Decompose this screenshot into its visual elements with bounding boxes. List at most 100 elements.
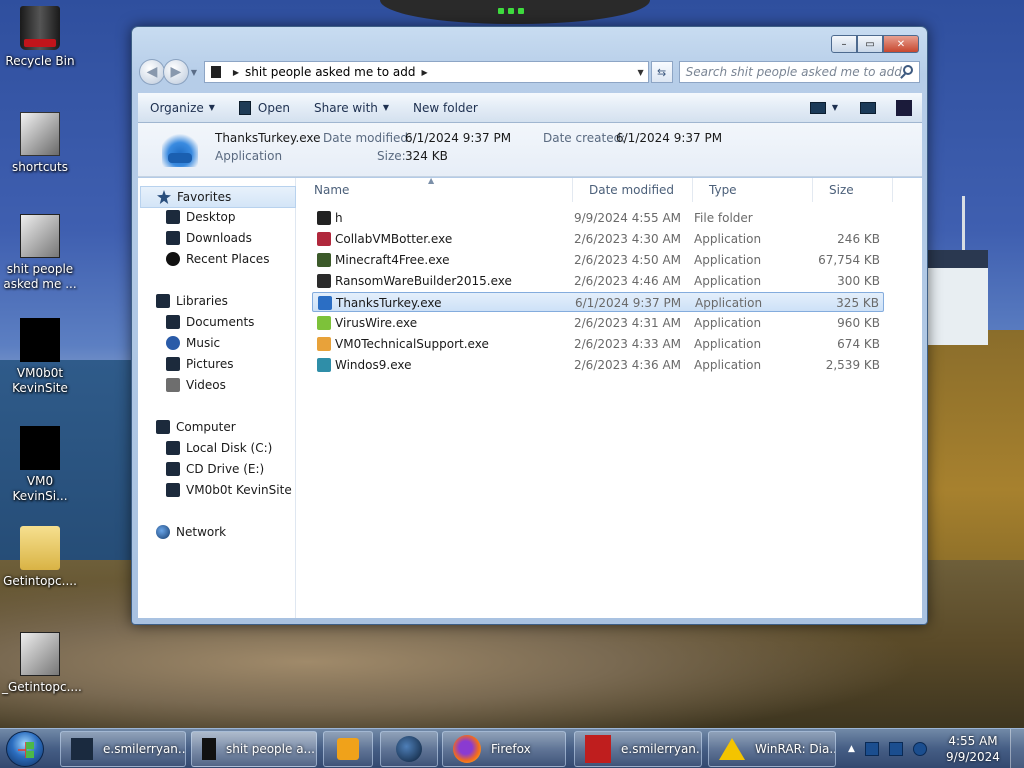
nav-network[interactable]: Network xyxy=(156,525,226,539)
desktop-icon-recycle-bin[interactable]: Recycle Bin xyxy=(2,6,78,69)
nav-label: Computer xyxy=(176,420,236,434)
nav-computer[interactable]: Computer xyxy=(156,420,236,434)
file-type: Application xyxy=(694,232,762,246)
file-row[interactable]: CollabVMBotter.exe 2/6/2023 4:30 AM Applic… xyxy=(312,229,884,249)
back-button[interactable]: ◀ xyxy=(139,59,165,85)
share-with-label: Share with xyxy=(313,100,378,115)
folder-icon xyxy=(210,66,221,78)
file-row[interactable]: VirusWire.exe 2/6/2023 4:31 AM Application… xyxy=(312,313,884,333)
thanksturkey-app-icon xyxy=(162,131,198,167)
file-type: File folder xyxy=(694,211,753,225)
application-icon xyxy=(318,296,332,310)
close-button[interactable]: ✕ xyxy=(883,35,919,53)
desktop-icon-label: VM0b0t KevinSite xyxy=(12,366,68,395)
file-date-modified: 2/6/2023 4:50 AM xyxy=(574,253,682,267)
nav-cd-drive[interactable]: CD Drive (E:) xyxy=(166,462,264,476)
file-type: Application xyxy=(694,274,762,288)
address-dropdown-icon[interactable]: ▼ xyxy=(638,68,644,77)
breadcrumb-chevron-icon[interactable]: ▶ xyxy=(233,68,239,77)
taskbar-clock[interactable]: 4:55 AM 9/9/2024 xyxy=(942,733,1004,765)
volume-icon[interactable] xyxy=(912,742,927,756)
nav-music[interactable]: Music xyxy=(166,336,220,350)
column-header-date-modified[interactable]: Date modified xyxy=(573,178,693,202)
taskbar-button-explorer[interactable]: shit people a... xyxy=(191,731,317,767)
refresh-button[interactable]: ⇆ xyxy=(650,61,673,83)
taskbar-button-globe[interactable] xyxy=(380,731,438,767)
file-date-modified: 6/1/2024 9:37 PM xyxy=(575,296,682,310)
computer-icon xyxy=(156,420,170,434)
preview-pane-button[interactable] xyxy=(860,101,876,114)
nav-documents[interactable]: Documents xyxy=(166,315,254,329)
desktop-icon-vm0[interactable]: VM0 KevinSi... xyxy=(2,426,78,504)
taskbar-button-label: shit people a... xyxy=(226,742,315,756)
network-tray-icon[interactable] xyxy=(888,742,903,756)
start-button[interactable] xyxy=(6,731,44,767)
nav-local-disk[interactable]: Local Disk (C:) xyxy=(166,441,272,455)
nav-libraries[interactable]: Libraries xyxy=(156,294,228,308)
file-row[interactable]: Minecraft4Free.exe 2/6/2023 4:50 AM Applic… xyxy=(312,250,884,270)
view-options-dropdown[interactable]: ▼ xyxy=(832,103,838,112)
desktop-icon-vm0b0t[interactable]: VM0b0t KevinSite xyxy=(2,318,78,396)
documents-icon xyxy=(166,315,180,329)
taskbar-button-label: Firefox xyxy=(491,742,531,756)
desktop-icon-folder[interactable]: shit people asked me ... xyxy=(2,214,78,292)
column-header-name[interactable]: ▲ Name xyxy=(298,176,573,202)
nav-favorites[interactable]: Favorites xyxy=(140,186,296,208)
column-label: Type xyxy=(709,183,737,197)
nav-desktop[interactable]: Desktop xyxy=(166,210,236,224)
file-name: Minecraft4Free.exe xyxy=(335,253,450,267)
nav-pictures[interactable]: Pictures xyxy=(166,357,234,371)
taskbar-button-label: e.smilerryan.... xyxy=(621,742,701,756)
recent-pages-dropdown[interactable]: ▼ xyxy=(191,68,201,77)
taskbar-button-media-player[interactable] xyxy=(323,731,373,767)
clock-date: 9/9/2024 xyxy=(946,750,1000,764)
taskbar-button-vm-1[interactable]: e.smilerryan.... xyxy=(60,731,186,767)
taskbar-button-firefox[interactable]: Firefox xyxy=(442,731,566,767)
desktop-icon-label: _Getintopc.... xyxy=(2,680,82,694)
file-row[interactable]: Windos9.exe 2/6/2023 4:36 AM Application 2,… xyxy=(312,355,884,375)
column-header-type[interactable]: Type xyxy=(693,178,813,202)
organize-button[interactable]: Organize ▼ xyxy=(138,93,227,122)
help-button[interactable] xyxy=(896,99,912,116)
nav-vm-drive[interactable]: VM0b0t KevinSite xyxy=(166,483,292,497)
details-date-modified-value: 6/1/2024 9:37 PM xyxy=(405,131,512,145)
nav-downloads[interactable]: Downloads xyxy=(166,231,252,245)
shortcut-icon xyxy=(20,426,60,470)
open-button[interactable]: Open xyxy=(227,93,302,122)
desktop-icon-getintopc-file[interactable]: _Getintopc.... xyxy=(2,632,82,695)
taskbar-button-filezilla[interactable]: e.smilerryan.... xyxy=(574,731,702,767)
address-bar[interactable]: ▶ shit people asked me to add ▶ ▼ xyxy=(203,61,649,83)
search-input[interactable]: Search shit people asked me to add xyxy=(678,61,921,83)
details-date-created-value: 6/1/2024 9:37 PM xyxy=(616,131,723,145)
column-header-size[interactable]: Size xyxy=(813,178,893,202)
file-row[interactable]: ThanksTurkey.exe 6/1/2024 9:37 PM Applicat… xyxy=(312,292,884,312)
minimize-button[interactable]: – xyxy=(831,35,857,53)
new-folder-button[interactable]: New folder xyxy=(401,93,490,122)
nav-label: Recent Places xyxy=(186,252,270,266)
breadcrumb-segment[interactable]: shit people asked me to add xyxy=(245,65,415,79)
desktop-icon-shortcuts[interactable]: shortcuts xyxy=(2,112,78,175)
nav-recent-places[interactable]: Recent Places xyxy=(166,252,269,266)
file-row[interactable]: VM0TechnicalSupport.exe 2/6/2023 4:33 AM A… xyxy=(312,334,884,354)
file-size: 300 KB xyxy=(837,274,880,288)
change-view-button[interactable] xyxy=(809,101,826,114)
nav-label: Libraries xyxy=(176,294,228,308)
column-label: Name xyxy=(314,183,350,197)
details-file-type: Application xyxy=(215,149,283,163)
forward-button[interactable]: ▶ xyxy=(162,59,189,85)
file-row[interactable]: RansomWareBuilder2015.exe 2/6/2023 4:46 A… xyxy=(312,271,884,291)
nav-videos[interactable]: Videos xyxy=(166,378,226,392)
command-bar: Organize ▼ Open Share with ▼ New folder … xyxy=(138,93,922,123)
maximize-button[interactable]: ▭ xyxy=(857,35,883,53)
nav-label: Pictures xyxy=(186,357,234,371)
file-row[interactable]: h 9/9/2024 4:55 AM File folder xyxy=(312,208,884,228)
back-arrow-icon: ◀ xyxy=(146,64,158,80)
share-with-button[interactable]: Share with ▼ xyxy=(302,93,401,122)
file-size: 325 KB xyxy=(836,296,879,310)
desktop-icon-getintopc-archive[interactable]: Getintopc.... xyxy=(2,526,78,589)
taskbar-button-winrar[interactable]: WinRAR: Dia... xyxy=(708,731,836,767)
action-center-icon[interactable] xyxy=(864,742,879,756)
show-desktop-button[interactable] xyxy=(1010,729,1024,768)
breadcrumb-chevron-icon[interactable]: ▶ xyxy=(421,68,427,77)
show-hidden-icons-button[interactable]: ▲ xyxy=(848,744,855,754)
